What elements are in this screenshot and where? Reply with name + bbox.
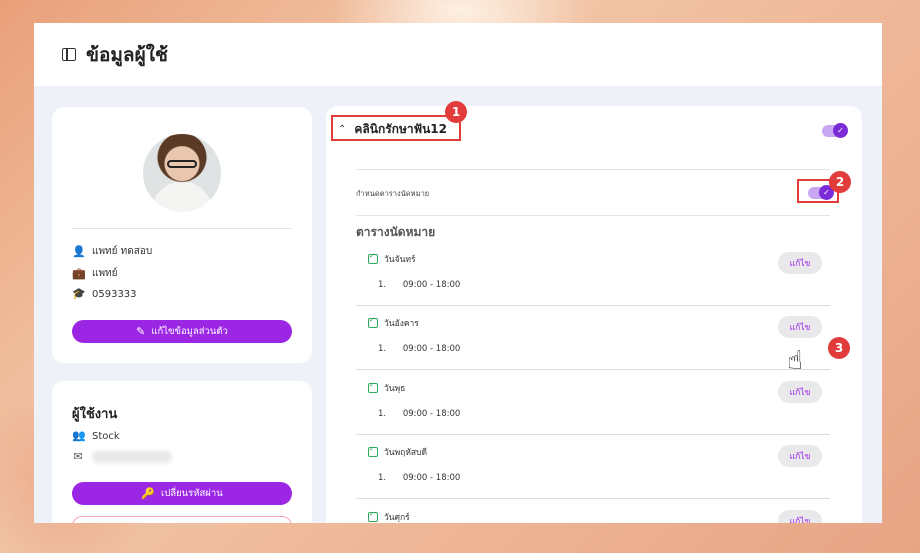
user-group-row: 👥 Stock	[72, 430, 120, 442]
header-bar: ข้อมูลผู้ใช้	[34, 23, 882, 86]
change-password-label: เปลี่ยนรหัสผ่าน	[160, 488, 223, 499]
profile-license: 0593333	[92, 288, 137, 300]
clinic-active-toggle[interactable]: ✓	[822, 123, 848, 138]
mail-icon: ✉	[73, 450, 83, 463]
day-row-friday: วันศุกร์ แก้ไข	[356, 500, 830, 523]
user-email-row: ✉	[72, 451, 172, 463]
day-name: วันพฤหัสบดี	[384, 448, 428, 458]
profile-role: แพทย์	[92, 268, 118, 279]
change-password-button[interactable]: 🔑 เปลี่ยนรหัสผ่าน	[72, 482, 292, 505]
user-section-title: ผู้ใช้งาน	[72, 407, 118, 422]
day-name: วันจันทร์	[384, 255, 416, 265]
clinic-card: ⌃ คลินิกรักษาฟัน12 1 ✓ กำหนดตารางนัดหมาย…	[326, 101, 862, 523]
divider	[72, 228, 292, 229]
day-row-thursday: วันพฤหัสบดี 1. 09:00 - 18:00 แก้ไข	[356, 435, 830, 499]
edit-day-button[interactable]: แก้ไข	[778, 381, 822, 403]
email-blurred	[92, 451, 172, 463]
day-name: วันอังคาร	[384, 319, 419, 329]
time-slot: 1. 09:00 - 18:00	[378, 280, 461, 290]
profile-name: แพทย์ ทดสอบ	[92, 246, 153, 257]
secondary-button[interactable]	[72, 516, 292, 523]
calendar-check-icon	[368, 445, 378, 457]
schedule-title: ตารางนัดหมาย	[356, 225, 436, 239]
annotation-badge-3: 3	[828, 337, 850, 359]
day-header: วันอังคาร	[368, 316, 419, 330]
avatar	[143, 134, 221, 212]
edit-day-button[interactable]: แก้ไข	[778, 252, 822, 274]
divider	[356, 169, 830, 170]
day-header: วันจันทร์	[368, 252, 416, 266]
edit-icon: ✎	[136, 325, 146, 338]
user-account-card: ผู้ใช้งาน 👥 Stock ✉ 🔑 เปลี่ยนรหัสผ่าน	[52, 381, 312, 523]
time-slot: 1. 09:00 - 18:00	[378, 409, 461, 419]
user-icon: 👤	[72, 244, 86, 258]
edit-day-button[interactable]: แก้ไข	[778, 316, 822, 338]
calendar-check-icon	[368, 381, 378, 393]
page-title: ข้อมูลผู้ใช้	[86, 43, 168, 66]
user-group: Stock	[92, 430, 120, 442]
calendar-check-icon	[368, 510, 378, 522]
profile-role-row: 💼 แพทย์	[72, 266, 118, 281]
profile-license-row: 🎓 0593333	[72, 288, 137, 300]
annotation-badge-2: 2	[829, 171, 851, 193]
appointment-setting-label: กำหนดตารางนัดหมาย	[356, 189, 430, 198]
divider	[356, 369, 830, 370]
day-name: วันศุกร์	[384, 513, 410, 523]
annotation-box-1	[331, 115, 461, 141]
day-header: วันพฤหัสบดี	[368, 445, 427, 459]
day-row-monday: วันจันทร์ 1. 09:00 - 18:00 แก้ไข	[356, 242, 830, 306]
day-header: วันศุกร์	[368, 510, 410, 523]
graduation-cap-icon: 🎓	[72, 287, 86, 300]
day-header: วันพุธ	[368, 381, 405, 395]
edit-profile-button[interactable]: ✎ แก้ไขข้อมูลส่วนตัว	[72, 320, 292, 343]
divider	[356, 498, 830, 499]
time-slot: 1. 09:00 - 18:00	[378, 473, 461, 483]
profile-name-row: 👤 แพทย์ ทดสอบ	[72, 244, 152, 259]
time-slot: 1. 09:00 - 18:00	[378, 344, 461, 354]
calendar-check-icon	[368, 316, 378, 328]
users-icon: 👥	[72, 429, 86, 442]
briefcase-icon: 💼	[72, 266, 86, 280]
day-name: วันพุธ	[384, 384, 406, 394]
day-row-tuesday: วันอังคาร 1. 09:00 - 18:00 แก้ไข	[356, 306, 830, 370]
sidebar-panel-icon[interactable]	[62, 48, 76, 61]
edit-profile-label: แก้ไขข้อมูลส่วนตัว	[151, 326, 228, 337]
divider	[356, 215, 830, 216]
edit-day-button[interactable]: แก้ไข	[778, 510, 822, 523]
calendar-check-icon	[368, 252, 378, 264]
edit-day-button[interactable]: แก้ไข	[778, 445, 822, 467]
app-window: ข้อมูลผู้ใช้ 👤 แพทย์ ทดสอบ 💼 แพทย์ 🎓 059…	[34, 23, 882, 523]
annotation-badge-1: 1	[445, 101, 467, 123]
key-icon: 🔑	[141, 487, 155, 500]
check-icon: ✓	[833, 123, 848, 138]
profile-card: 👤 แพทย์ ทดสอบ 💼 แพทย์ 🎓 0593333 ✎ แก้ไขข…	[52, 107, 312, 363]
day-row-wednesday: วันพุธ 1. 09:00 - 18:00 แก้ไข	[356, 371, 830, 435]
